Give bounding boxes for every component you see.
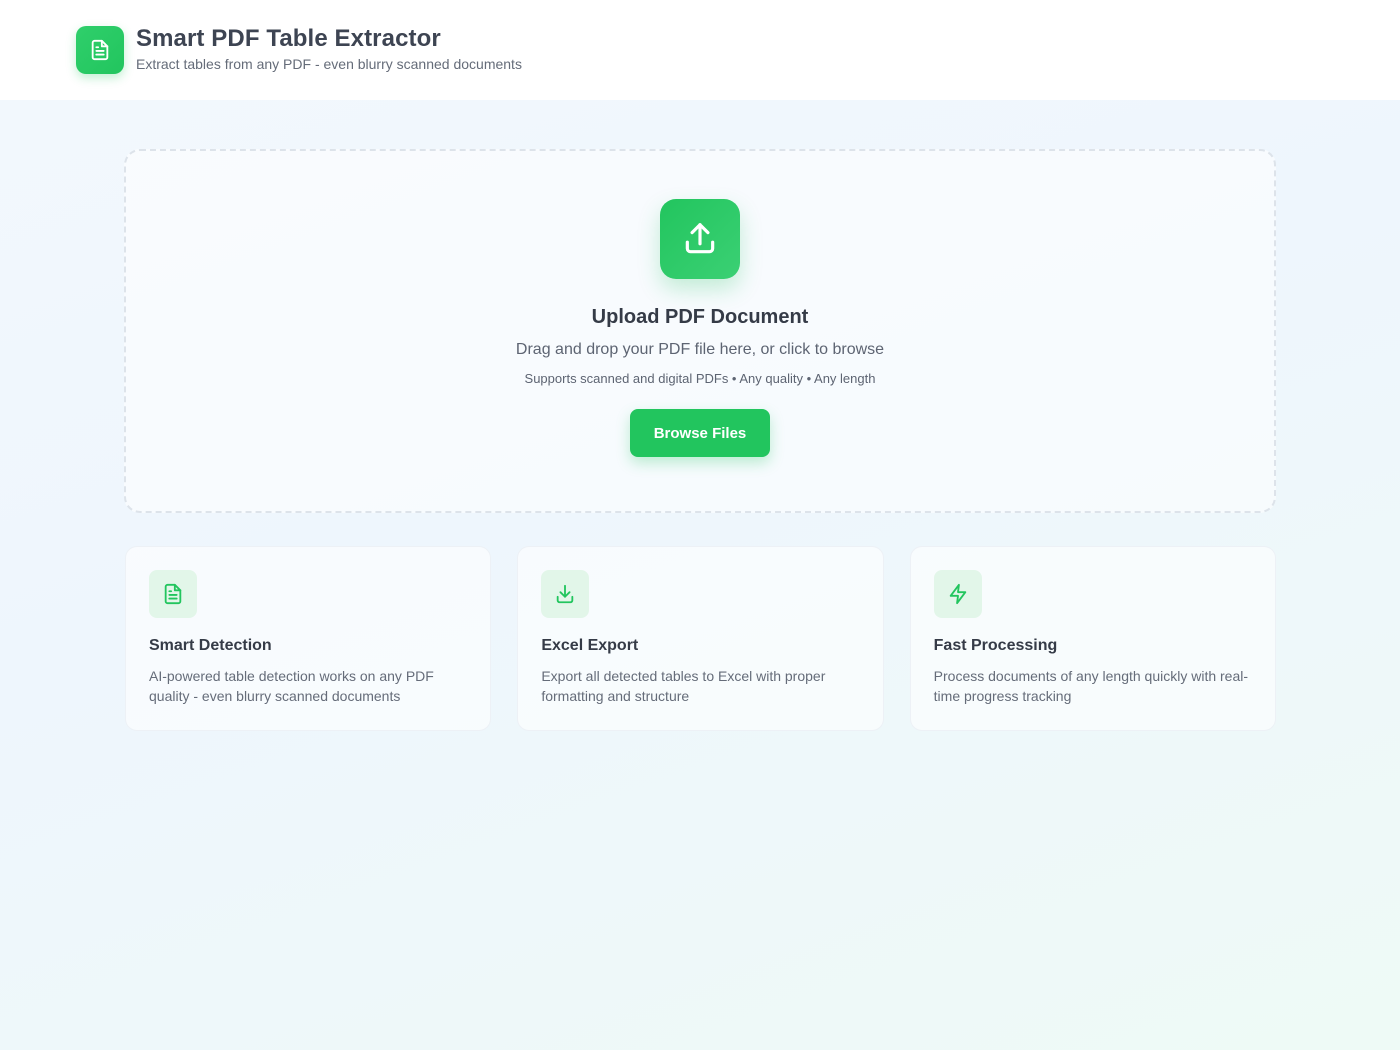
feature-icon-tile: [149, 570, 197, 618]
upload-description: Drag and drop your PDF file here, or cli…: [515, 341, 885, 358]
feature-description: Export all detected tables to Excel with…: [541, 668, 826, 704]
feature-description: AI-powered table detection works on any …: [149, 668, 434, 704]
title-group: Smart PDF Table Extractor Extract tables…: [136, 24, 522, 72]
download-icon: [557, 584, 574, 604]
upload-dropzone[interactable]: Upload PDF Document Drag and drop your P…: [124, 149, 1276, 513]
feature-icon-tile: [541, 570, 590, 618]
app-logo: [76, 26, 124, 74]
document-icon: [91, 39, 109, 61]
upload-title: Upload PDF Document: [591, 306, 809, 328]
feature-title: Smart Detection: [149, 637, 272, 654]
feature-icon-tile: [933, 570, 982, 618]
app-title: Smart PDF Table Extractor: [136, 25, 441, 52]
feature-card-excel-export: Excel Export Export all detected tables …: [517, 546, 884, 731]
upload-icon-tile: [660, 199, 740, 279]
feature-title: Excel Export: [541, 637, 639, 654]
upload-icon: [685, 223, 715, 254]
feature-title: Fast Processing: [933, 637, 1058, 654]
feature-description: Process documents of any length quickly …: [933, 668, 1249, 704]
feature-card-smart-detection: Smart Detection AI-powered table detecti…: [125, 546, 492, 731]
feature-card-fast-processing: Fast Processing Process documents of any…: [909, 546, 1276, 731]
lightning-icon: [949, 583, 966, 605]
upload-note: Supports scanned and digital PDFs • Any …: [524, 371, 876, 386]
document-icon: [164, 583, 182, 605]
app-subtitle: Extract tables from any PDF - even blurr…: [136, 56, 522, 72]
features-row: Smart Detection AI-powered table detecti…: [125, 546, 1276, 731]
browse-files-button[interactable]: Browse Files: [630, 409, 770, 457]
app-header: Smart PDF Table Extractor Extract tables…: [0, 0, 1400, 100]
